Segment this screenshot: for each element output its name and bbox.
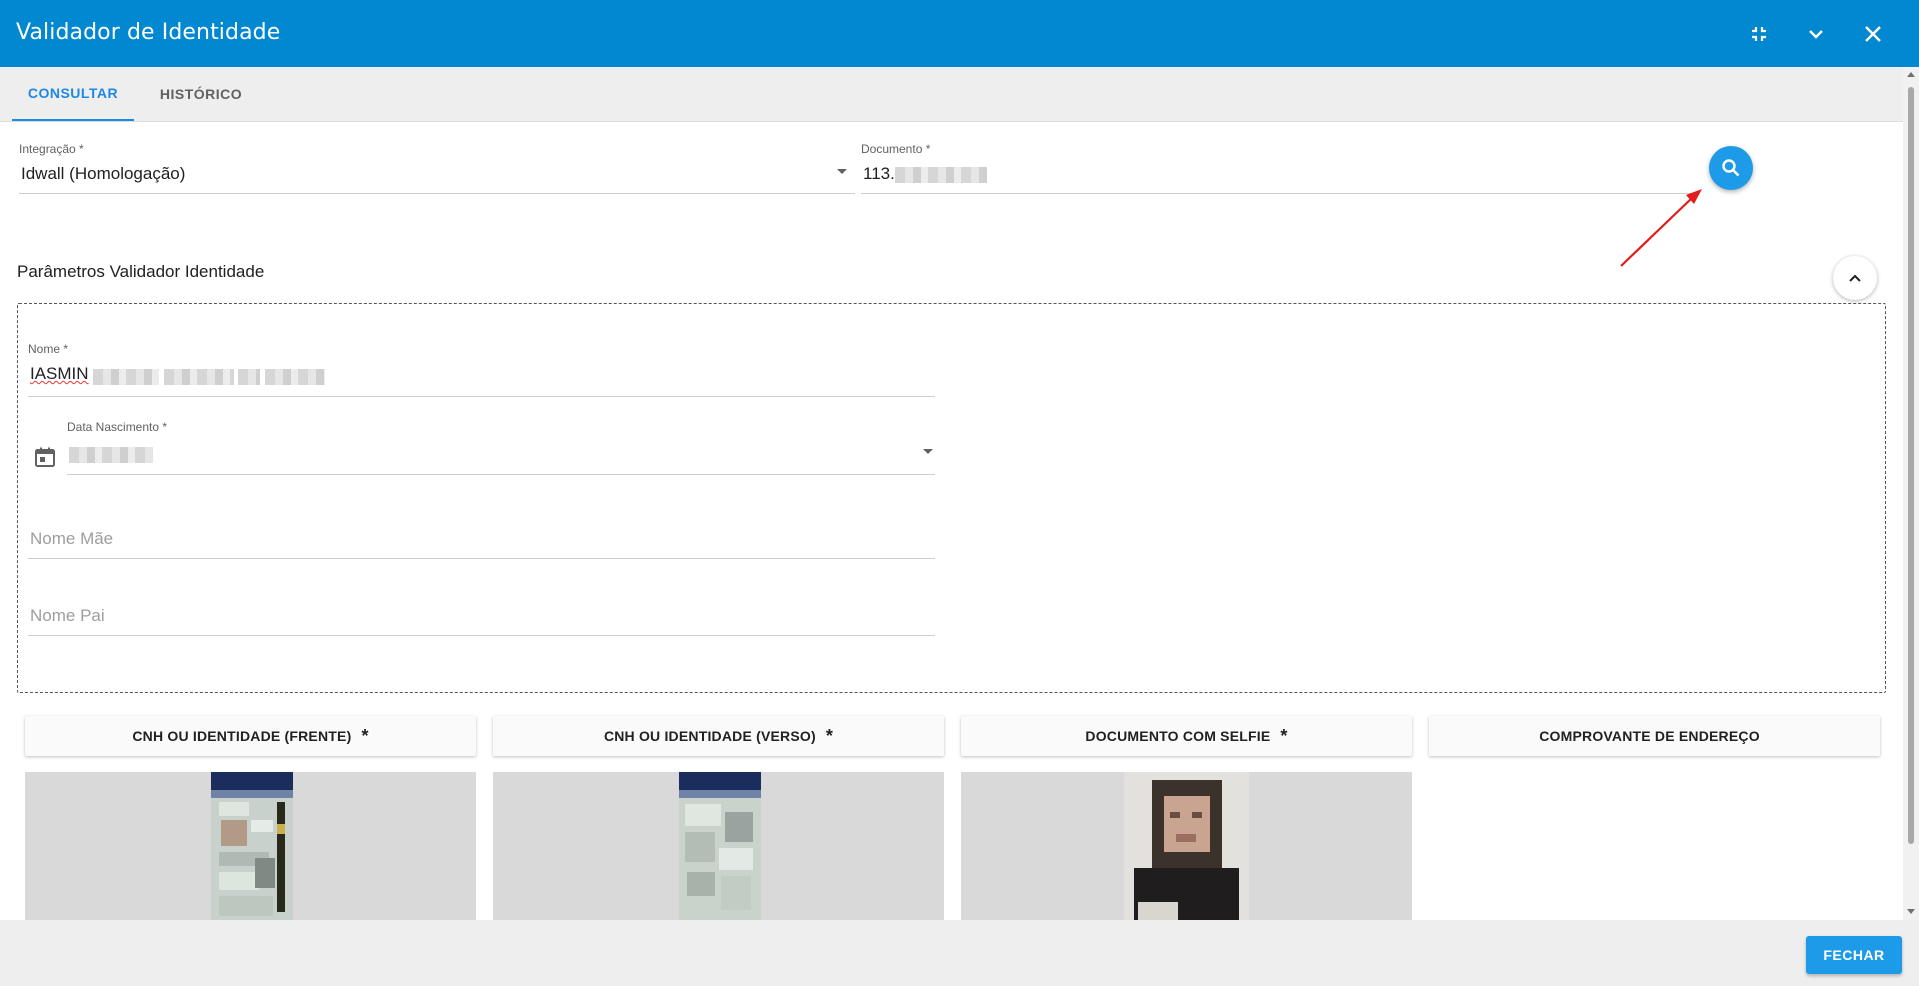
document-back-image bbox=[679, 772, 761, 920]
nome-label: Nome * bbox=[28, 342, 69, 356]
redacted-date bbox=[69, 446, 153, 463]
identity-validator-window: Validador de Identidade CONSULTAR HISTÓR… bbox=[0, 0, 1919, 986]
search-button[interactable] bbox=[1709, 146, 1753, 190]
nome-mae-field[interactable]: Nome Mãe bbox=[28, 504, 935, 559]
chevron-down-icon[interactable] bbox=[1802, 20, 1830, 48]
documento-value: 113. bbox=[863, 164, 987, 184]
integracao-value: Idwall (Homologação) bbox=[21, 164, 186, 183]
nome-mae-placeholder: Nome Mãe bbox=[30, 529, 114, 548]
redacted-name bbox=[93, 366, 326, 386]
upload-selfie-button[interactable]: DOCUMENTO COM SELFIE * bbox=[961, 716, 1412, 756]
upload-cnh-frente-button[interactable]: CNH OU IDENTIDADE (FRENTE) * bbox=[25, 716, 476, 756]
fechar-button[interactable]: FECHAR bbox=[1806, 936, 1902, 974]
selfie-image bbox=[1124, 772, 1249, 920]
dialog-footer: FECHAR bbox=[0, 920, 1919, 986]
data-nascimento-field[interactable]: Data Nascimento * bbox=[67, 420, 935, 475]
tab-historico[interactable]: HISTÓRICO bbox=[140, 67, 262, 121]
redacted-text bbox=[894, 166, 987, 183]
integracao-select[interactable]: Integração * Idwall (Homologação) bbox=[19, 142, 855, 194]
chevron-up-icon bbox=[1849, 274, 1861, 282]
data-nascimento-label: Data Nascimento * bbox=[67, 420, 168, 434]
params-panel: Nome * IASMIN Data Nascimento * Nome Mãe bbox=[17, 303, 1886, 693]
nome-field[interactable]: Nome * IASMIN bbox=[28, 342, 935, 397]
scroll-thumb[interactable] bbox=[1908, 87, 1914, 844]
dropdown-arrow-icon[interactable] bbox=[923, 449, 933, 454]
documento-label: Documento * bbox=[861, 142, 931, 156]
collapse-section-button[interactable] bbox=[1833, 256, 1877, 300]
dropdown-arrow-icon[interactable] bbox=[837, 169, 847, 174]
upload-comprovante-button[interactable]: COMPROVANTE DE ENDEREÇO bbox=[1429, 716, 1880, 756]
tabs-bar: CONSULTAR HISTÓRICO bbox=[0, 67, 1903, 122]
documento-field[interactable]: Documento * 113. bbox=[861, 142, 1697, 194]
nome-pai-field[interactable]: Nome Pai bbox=[28, 581, 935, 636]
selfie-preview[interactable] bbox=[961, 772, 1412, 920]
data-nascimento-value bbox=[69, 444, 153, 464]
upload-cnh-verso-button[interactable]: CNH OU IDENTIDADE (VERSO) * bbox=[493, 716, 944, 756]
scroll-down-icon[interactable] bbox=[1907, 909, 1915, 914]
title-bar: Validador de Identidade bbox=[0, 0, 1919, 67]
window-title: Validador de Identidade bbox=[16, 20, 281, 45]
document-front-image bbox=[211, 772, 293, 920]
search-icon bbox=[1722, 159, 1740, 177]
vertical-scrollbar[interactable] bbox=[1903, 67, 1919, 920]
tab-consultar[interactable]: CONSULTAR bbox=[12, 67, 134, 121]
scroll-up-icon[interactable] bbox=[1907, 72, 1915, 77]
main-content: Integração * Idwall (Homologação) Docume… bbox=[0, 122, 1903, 920]
section-title: Parâmetros Validador Identidade bbox=[17, 262, 265, 281]
cnh-verso-preview[interactable] bbox=[493, 772, 944, 920]
integracao-label: Integração * bbox=[19, 142, 84, 156]
calendar-icon[interactable] bbox=[34, 446, 56, 473]
nome-value: IASMIN bbox=[30, 364, 89, 383]
cnh-frente-preview[interactable] bbox=[25, 772, 476, 920]
nome-pai-placeholder: Nome Pai bbox=[30, 606, 105, 625]
collapse-icon[interactable] bbox=[1745, 20, 1773, 48]
close-icon[interactable] bbox=[1859, 20, 1887, 48]
